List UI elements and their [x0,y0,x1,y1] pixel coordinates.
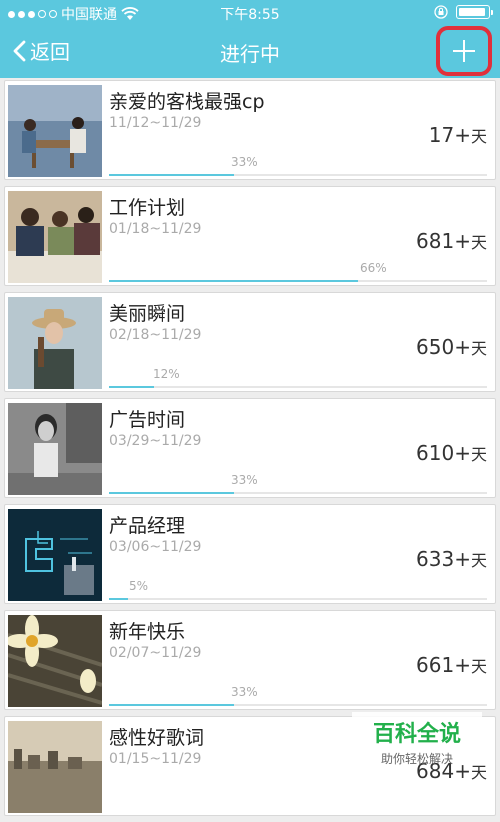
item-date: 03/06~11/29 [109,539,202,555]
item-title: 美丽瞬间 [109,303,186,325]
item-title: 亲爱的客栈最强cp [109,91,265,113]
item-title: 新年快乐 [109,621,186,643]
watermark-subtitle: 助你轻松解决 [380,752,453,766]
item-date: 11/12~11/29 [109,115,202,131]
thumbnail-image [8,615,102,707]
thumbnail-image [8,85,102,177]
item-title: 工作计划 [109,197,186,219]
item-date: 01/15~11/29 [109,751,202,767]
progress-label: 33% [231,473,258,487]
status-bar: 中国联通 下午8:55 [0,0,500,26]
progress-bar [109,174,487,176]
progress-label: 33% [231,685,258,699]
progress-bar [109,492,487,494]
battery-icon [456,5,493,19]
list-item[interactable]: 产品经理 03/06~11/29 633+天 5% [4,504,496,604]
thumbnail-image [8,509,102,601]
item-date: 03/29~11/29 [109,433,202,449]
add-button[interactable] [436,26,492,76]
goal-list: 亲爱的客栈最强cp 11/12~11/29 17+天 33% 工作计划 01/1… [4,80,496,822]
orientation-lock-icon [434,5,448,19]
progress-label: 5% [129,579,149,593]
list-item[interactable]: 亲爱的客栈最强cp 11/12~11/29 17+天 33% [4,80,496,180]
watermark-title: 百科全说 [372,722,461,747]
thumbnail-image [8,721,102,813]
item-title: 产品经理 [109,515,186,537]
item-title: 广告时间 [109,409,186,431]
progress-bar [109,280,487,282]
list-item[interactable]: 美丽瞬间 02/18~11/29 650+天 12% [4,292,496,392]
item-days: 661+天 [416,653,487,677]
item-days: 633+天 [416,547,487,571]
item-days: 610+天 [416,441,487,465]
progress-label: 12% [153,367,180,381]
progress-bar [109,598,487,600]
item-days: 17+天 [428,123,487,147]
item-date: 02/18~11/29 [109,327,202,343]
item-title: 感性好歌词 [109,727,205,749]
page-title: 进行中 [220,42,280,66]
thumbnail-image [8,191,102,283]
progress-bar [109,704,487,706]
progress-label: 66% [360,261,387,275]
watermark: 百科全说 助你轻松解决 [352,712,482,766]
status-time: 下午8:55 [220,7,280,23]
list-item[interactable]: 工作计划 01/18~11/29 681+天 66% [4,186,496,286]
item-days: 681+天 [416,229,487,253]
plus-icon [453,40,475,62]
thumbnail-image [8,297,102,389]
item-date: 02/07~11/29 [109,645,202,661]
progress-label: 33% [231,155,258,169]
thumbnail-image [8,403,102,495]
list-item[interactable]: 广告时间 03/29~11/29 610+天 33% [4,398,496,498]
list-item[interactable]: 新年快乐 02/07~11/29 661+天 33% [4,610,496,710]
item-date: 01/18~11/29 [109,221,202,237]
item-days: 650+天 [416,335,487,359]
nav-bar: 返回 进行中 [0,26,500,78]
progress-bar [109,386,487,388]
